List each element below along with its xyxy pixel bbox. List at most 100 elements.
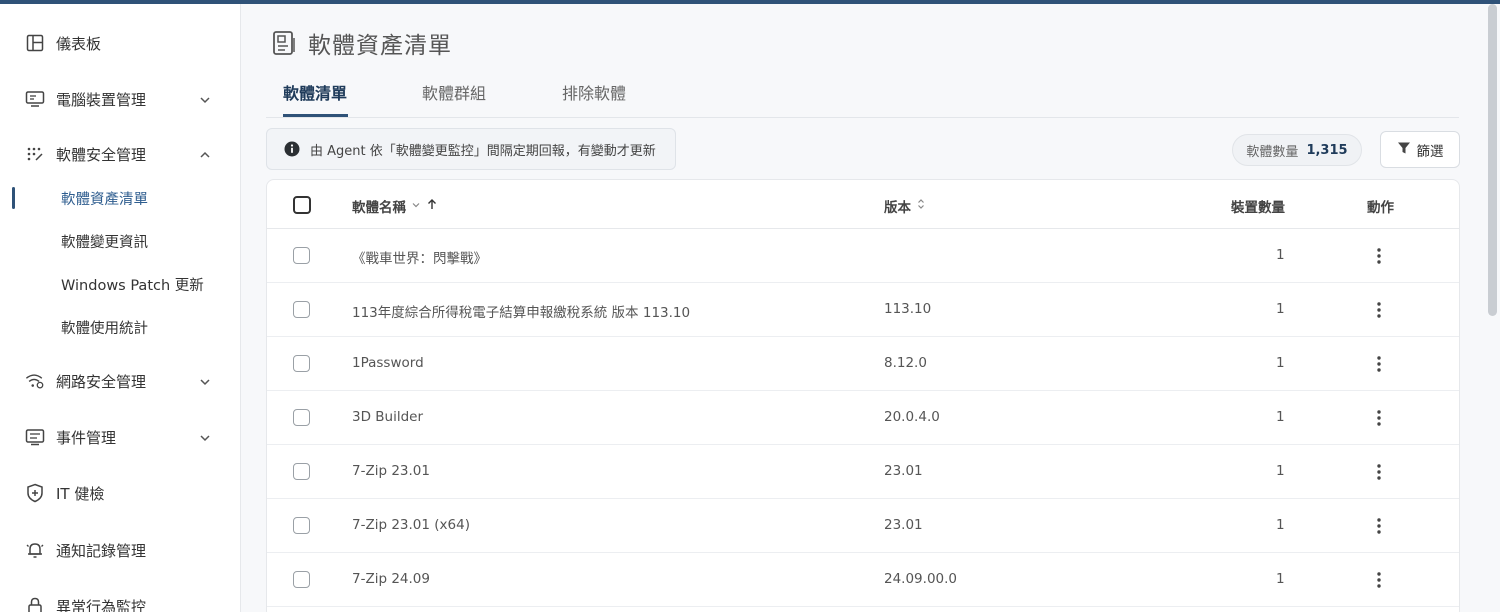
chevron-down-icon (198, 92, 212, 106)
info-notice-text: 由 Agent 依「軟體變更監控」間隔定期回報，有變動才更新 (310, 143, 656, 159)
sidebar-subitem-software-changes[interactable]: 軟體變更資訊 (0, 224, 240, 258)
software-version: 24.09.00.0 (884, 571, 957, 587)
sort-ascending-icon[interactable] (426, 198, 438, 214)
document-list-icon (270, 29, 298, 57)
software-name: 7-Zip 23.01 (352, 463, 430, 479)
sidebar-item-label: 異常行為監控 (56, 597, 147, 612)
row-checkbox[interactable] (293, 571, 310, 588)
page-title: 軟體資產清單 (308, 33, 452, 59)
column-header-version[interactable]: 版本 (884, 196, 926, 216)
row-checkbox[interactable] (293, 409, 310, 426)
filter-icon (1397, 140, 1411, 159)
software-name: 7-Zip 23.01 (x64) (352, 517, 470, 533)
more-actions-icon[interactable] (1369, 246, 1389, 266)
more-actions-icon[interactable] (1369, 462, 1389, 482)
sidebar-subitem-label: Windows Patch 更新 (61, 277, 204, 294)
tab-active-underline (283, 114, 348, 117)
layout-icon (25, 33, 45, 53)
software-name: 《戰車世界：閃擊戰》 (352, 251, 487, 267)
software-version: 113.10 (884, 301, 932, 317)
sidebar-item-label: 通知記錄管理 (56, 541, 147, 560)
filter-button[interactable]: 篩選 (1380, 131, 1460, 168)
sidebar-item-anomaly-monitoring[interactable]: 異常行為監控 (0, 586, 240, 612)
table-row[interactable]: 1Password 8.12.0 1 (267, 337, 1459, 391)
monitor-icon (25, 89, 45, 109)
column-header-name[interactable]: 軟體名稱 (352, 196, 438, 216)
sidebar-item-software-security[interactable]: 軟體安全管理 (0, 134, 240, 174)
sidebar-subitem-windows-patch[interactable]: Windows Patch 更新 (0, 267, 240, 301)
software-table: 軟體名稱 版本 裝置數量 動作 《戰車世界：閃擊戰》 1 113年度綜合所得稅電… (266, 179, 1460, 612)
table-row[interactable]: 7-Zip 23.01 (x64) 23.01 1 (267, 499, 1459, 553)
sidebar-item-network-security[interactable]: 網路安全管理 (0, 361, 240, 401)
software-count-badge: 軟體數量 1,315 (1232, 134, 1362, 166)
column-header-version-label: 版本 (884, 200, 911, 216)
table-header: 軟體名稱 版本 裝置數量 動作 (267, 180, 1459, 229)
bell-icon (25, 540, 45, 560)
sidebar-item-label: 電腦裝置管理 (56, 90, 147, 109)
software-name: 113年度綜合所得稅電子結算申報繳稅系統 版本 113.10 (352, 305, 691, 321)
table-row[interactable]: 《戰車世界：閃擊戰》 1 (267, 229, 1459, 283)
list-icon (25, 427, 45, 447)
table-row[interactable]: 113年度綜合所得稅電子結算申報繳稅系統 版本 113.10 113.10 1 (267, 283, 1459, 337)
sidebar-subitem-label: 軟體使用統計 (61, 320, 148, 337)
sidebar-item-events[interactable]: 事件管理 (0, 417, 240, 457)
page-header: 軟體資產清單 (270, 26, 452, 60)
device-count: 1 (1276, 409, 1285, 425)
table-row[interactable]: 7-Zip 24.09 24.09.00.0 1 (267, 553, 1459, 607)
sidebar-item-label: 事件管理 (56, 428, 117, 447)
more-actions-icon[interactable] (1369, 354, 1389, 374)
device-count: 1 (1276, 355, 1285, 371)
device-count: 1 (1276, 301, 1285, 317)
sidebar-item-devices[interactable]: 電腦裝置管理 (0, 79, 240, 119)
table-row[interactable]: 3D Builder 20.0.4.0 1 (267, 391, 1459, 445)
table-row[interactable]: 7-Zip 23.01 23.01 1 (267, 445, 1459, 499)
column-header-devices: 裝置數量 (1231, 200, 1285, 216)
device-count: 1 (1276, 247, 1285, 263)
row-checkbox[interactable] (293, 247, 310, 264)
sidebar-item-dashboard[interactable]: 儀表板 (0, 23, 240, 63)
chevron-up-icon (198, 147, 212, 161)
row-checkbox[interactable] (293, 355, 310, 372)
device-count: 1 (1276, 463, 1285, 479)
chevron-down-icon[interactable] (411, 198, 421, 214)
chevron-down-icon (198, 374, 212, 388)
device-count: 1 (1276, 517, 1285, 533)
sidebar-item-it-checkup[interactable]: IT 健檢 (0, 473, 240, 513)
sidebar-item-label: IT 健檢 (56, 484, 105, 503)
more-actions-icon[interactable] (1369, 408, 1389, 428)
info-notice: 由 Agent 依「軟體變更監控」間隔定期回報，有變動才更新 (266, 128, 676, 170)
software-name: 7-Zip 24.09 (352, 571, 430, 587)
row-checkbox[interactable] (293, 517, 310, 534)
sidebar-item-notifications[interactable]: 通知記錄管理 (0, 530, 240, 570)
software-version: 23.01 (884, 463, 923, 479)
software-version: 8.12.0 (884, 355, 927, 371)
more-actions-icon[interactable] (1369, 516, 1389, 536)
more-actions-icon[interactable] (1369, 300, 1389, 320)
page-scrollbar[interactable] (1488, 4, 1497, 316)
sidebar-subitem-label: 軟體資產清單 (61, 191, 148, 208)
info-icon (284, 141, 300, 157)
sidebar-subitem-software-inventory[interactable]: 軟體資產清單 (0, 181, 240, 215)
sidebar-item-label: 網路安全管理 (56, 372, 147, 391)
sidebar-subitem-software-usage[interactable]: 軟體使用統計 (0, 310, 240, 344)
tab-excluded-software[interactable]: 排除軟體 (562, 80, 626, 104)
apps-icon (25, 144, 45, 164)
software-version: 20.0.4.0 (884, 409, 940, 425)
sidebar-subitem-label: 軟體變更資訊 (61, 234, 148, 251)
sidebar: 儀表板 電腦裝置管理 軟體安全管理 軟體資產清單 軟體變更資訊 Windows … (0, 4, 241, 612)
shield-plus-icon (25, 483, 45, 503)
software-version: 23.01 (884, 517, 923, 533)
device-count: 1 (1276, 571, 1285, 587)
tab-bar: 軟體清單 軟體群組 排除軟體 (266, 74, 1459, 118)
sort-icon[interactable] (916, 198, 926, 214)
row-checkbox[interactable] (293, 463, 310, 480)
tab-software-groups[interactable]: 軟體群組 (422, 80, 486, 104)
filter-button-label: 篩選 (1416, 143, 1444, 160)
column-header-actions: 動作 (1367, 200, 1394, 216)
sidebar-item-label: 儀表板 (56, 34, 102, 53)
more-actions-icon[interactable] (1369, 570, 1389, 590)
software-name: 3D Builder (352, 409, 424, 425)
row-checkbox[interactable] (293, 301, 310, 318)
tab-software-list[interactable]: 軟體清單 (283, 80, 347, 104)
select-all-checkbox[interactable] (293, 196, 311, 214)
